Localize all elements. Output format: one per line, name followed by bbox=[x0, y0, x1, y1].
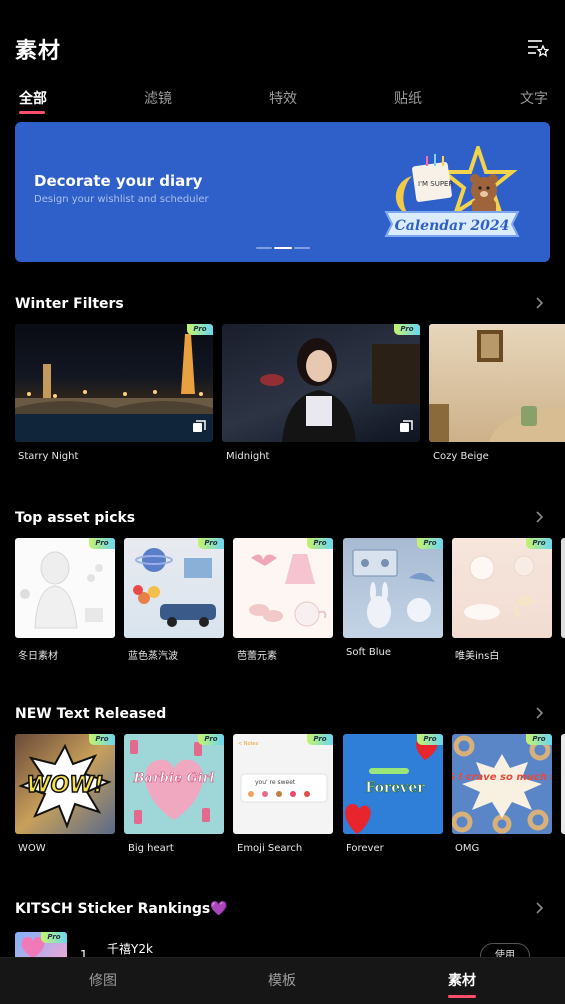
starry-night-thumbnail bbox=[15, 334, 213, 442]
filter-card-midnight[interactable]: Pro bbox=[222, 324, 420, 442]
chevron-right-icon[interactable] bbox=[533, 510, 545, 524]
asset-card-blue-vaporwave[interactable]: Pro bbox=[124, 538, 224, 638]
section-title-top-asset-picks: Top asset picks bbox=[15, 510, 136, 526]
tab-effects[interactable]: 特效 bbox=[269, 88, 297, 108]
banner-art-caption: I'M SUPER bbox=[418, 180, 453, 188]
text-label: WOW bbox=[18, 843, 46, 854]
omg-thumbnail: OMG I crave so much food bbox=[452, 735, 552, 834]
multi-image-icon bbox=[400, 420, 413, 432]
text-label: Big heart bbox=[128, 843, 174, 854]
filter-label: Starry Night bbox=[18, 451, 79, 462]
emoji-input-text: you' re sweet bbox=[255, 779, 296, 786]
pro-badge: Pro bbox=[417, 734, 443, 745]
big-heart-thumbnail: Barbie Girl bbox=[130, 740, 215, 824]
asset-card-soft-blue[interactable]: Pro bbox=[343, 538, 443, 638]
pro-badge: Pro bbox=[526, 734, 552, 745]
text-card-emoji-search[interactable]: < Notes you' re sweet Pro bbox=[233, 734, 333, 834]
promo-banner[interactable]: Decorate your diary Design your wishlist… bbox=[15, 122, 550, 262]
ranking-name: 千禧Y2k bbox=[107, 942, 153, 956]
page-title: 素材 bbox=[15, 39, 62, 64]
section-title-kitsch-sticker-rankings: KITSCH Sticker Rankings💜 bbox=[15, 901, 228, 917]
active-tab-indicator bbox=[19, 111, 45, 114]
wow-art-text: WOW! bbox=[26, 773, 103, 798]
asset-card-ballet-elements[interactable]: Pro bbox=[233, 538, 333, 638]
tab-text[interactable]: 文字 bbox=[520, 88, 548, 108]
emoji-search-thumbnail: < Notes you' re sweet bbox=[238, 741, 328, 803]
banner-title: Decorate your diary bbox=[34, 172, 203, 190]
banner-art-title: Calendar 2024 bbox=[395, 218, 510, 234]
asset-label: 芭蕾元素 bbox=[237, 651, 277, 662]
cozy-beige-thumbnail bbox=[429, 330, 565, 442]
winter-materials-thumbnail bbox=[20, 551, 103, 629]
text-card-omg[interactable]: OMG I crave so much food Pro bbox=[452, 734, 552, 834]
chevron-right-icon[interactable] bbox=[533, 901, 545, 915]
category-tabs: 全部 滤镜 特效 贴纸 文字 bbox=[0, 84, 565, 118]
active-nav-indicator bbox=[448, 995, 476, 998]
pro-badge: Pro bbox=[394, 324, 420, 335]
soft-blue-thumbnail bbox=[352, 549, 435, 628]
blue-vaporwave-thumbnail bbox=[133, 548, 216, 627]
wow-thumbnail: WOW! bbox=[18, 743, 112, 829]
pro-badge: Pro bbox=[198, 538, 224, 549]
pro-badge: Pro bbox=[307, 538, 333, 549]
calendar-2024-artwork: I'M SUPER Calendar 2024 bbox=[384, 146, 520, 237]
midnight-thumbnail bbox=[260, 338, 420, 442]
ballet-elements-thumbnail bbox=[249, 554, 327, 627]
chevron-right-icon[interactable] bbox=[533, 706, 545, 720]
svg-text:OMG I crave so much food: OMG I crave so much food bbox=[452, 772, 552, 783]
carousel-indicator bbox=[256, 247, 312, 250]
pro-badge: Pro bbox=[89, 734, 115, 745]
section-title-winter-filters: Winter Filters bbox=[15, 296, 124, 312]
barbie-art-text: Barbie Girl bbox=[133, 771, 215, 786]
asset-label: 唯美ins白 bbox=[455, 651, 500, 662]
pro-badge: Pro bbox=[41, 932, 67, 943]
nav-item-edit[interactable]: 修图 bbox=[89, 970, 117, 990]
text-card-wow[interactable]: WOW! Pro bbox=[15, 734, 115, 834]
forever-thumbnail: Forever bbox=[345, 737, 438, 834]
pro-badge: Pro bbox=[89, 538, 115, 549]
pro-badge: Pro bbox=[526, 538, 552, 549]
text-label: Forever bbox=[346, 843, 384, 854]
asset-card-winter-materials[interactable]: Pro bbox=[15, 538, 115, 638]
text-card-big-heart[interactable]: Barbie Girl Pro bbox=[124, 734, 224, 834]
nav-item-templates[interactable]: 模板 bbox=[268, 970, 296, 990]
forever-art-text: Forever bbox=[365, 780, 425, 796]
text-label: Emoji Search bbox=[237, 843, 303, 854]
aesthetic-ins-white-thumbnail bbox=[464, 555, 536, 620]
text-card-forever[interactable]: Forever Pro bbox=[343, 734, 443, 834]
asset-card-partial bbox=[561, 538, 565, 638]
pro-badge: Pro bbox=[187, 324, 213, 335]
filter-label: Cozy Beige bbox=[433, 451, 489, 462]
header: 素材 bbox=[0, 0, 565, 80]
bottom-nav: 修图 模板 素材 bbox=[0, 957, 565, 1004]
filter-card-cozy-beige[interactable] bbox=[429, 324, 565, 442]
text-card-partial bbox=[561, 734, 565, 834]
nav-item-materials[interactable]: 素材 bbox=[448, 970, 476, 990]
tab-all[interactable]: 全部 bbox=[19, 88, 47, 108]
multi-image-icon bbox=[193, 420, 206, 432]
section-title-new-text-released: NEW Text Released bbox=[15, 706, 167, 722]
asset-label: Soft Blue bbox=[346, 647, 392, 658]
filter-card-starry-night[interactable]: Pro bbox=[15, 324, 213, 442]
emoji-back-text: < Notes bbox=[238, 741, 259, 747]
asset-card-aesthetic-ins-white[interactable]: Pro bbox=[452, 538, 552, 638]
filter-label: Midnight bbox=[226, 451, 270, 462]
chevron-right-icon[interactable] bbox=[533, 296, 545, 310]
omg-art-text: OMG I crave so much food bbox=[452, 772, 552, 783]
tab-filters[interactable]: 滤镜 bbox=[144, 88, 172, 108]
text-label: OMG bbox=[455, 843, 480, 854]
pro-badge: Pro bbox=[198, 734, 224, 745]
list-star-icon[interactable] bbox=[527, 38, 549, 58]
asset-label: 蓝色蒸汽波 bbox=[128, 651, 178, 662]
banner-subtitle: Design your wishlist and scheduler bbox=[34, 194, 209, 205]
tab-stickers[interactable]: 贴纸 bbox=[394, 88, 422, 108]
pro-badge: Pro bbox=[307, 734, 333, 745]
pro-badge: Pro bbox=[417, 538, 443, 549]
asset-label: 冬日素材 bbox=[18, 651, 58, 662]
